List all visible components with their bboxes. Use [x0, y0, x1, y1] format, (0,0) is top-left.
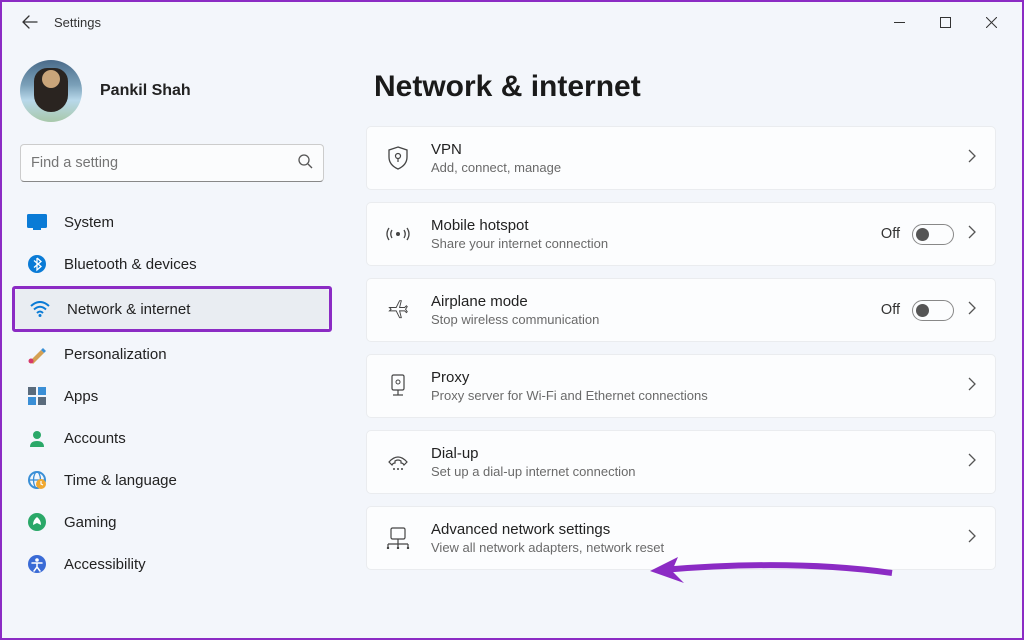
bluetooth-icon [26, 254, 48, 274]
sidebar-item-label: Time & language [64, 472, 177, 489]
sidebar-item-label: Personalization [64, 346, 167, 363]
card-subtitle: Add, connect, manage [431, 160, 968, 175]
chevron-right-icon [968, 301, 977, 320]
airplane-icon [385, 297, 411, 323]
sidebar-item-personalization[interactable]: Personalization [12, 334, 332, 374]
chevron-right-icon [968, 225, 977, 244]
hotspot-icon [385, 221, 411, 247]
sidebar-item-accounts[interactable]: Accounts [12, 418, 332, 458]
accessibility-icon [26, 554, 48, 574]
nav-list: System Bluetooth & devices Network & int… [12, 202, 332, 584]
sidebar: Pankil Shah System Bluetooth & devices [2, 42, 342, 638]
main-content: Network & internet VPN Add, connect, man… [342, 42, 1022, 638]
sidebar-item-network[interactable]: Network & internet [15, 289, 329, 329]
card-subtitle: Set up a dial-up internet connection [431, 464, 968, 479]
card-subtitle: Stop wireless communication [431, 312, 881, 327]
card-subtitle: Share your internet connection [431, 236, 881, 251]
sidebar-item-label: Accounts [64, 430, 126, 447]
sidebar-item-label: Network & internet [67, 301, 190, 318]
advanced-network-icon [385, 525, 411, 551]
system-icon [26, 212, 48, 232]
toggle-status: Off [881, 226, 900, 242]
user-name: Pankil Shah [100, 82, 191, 100]
chevron-right-icon [968, 529, 977, 548]
card-airplane-mode[interactable]: Airplane mode Stop wireless communicatio… [366, 278, 996, 342]
time-language-icon [26, 470, 48, 490]
page-title: Network & internet [374, 70, 996, 104]
wifi-icon [29, 299, 51, 319]
sidebar-item-label: System [64, 214, 114, 231]
app-title: Settings [54, 15, 101, 30]
apps-icon [26, 386, 48, 406]
back-button[interactable] [18, 10, 42, 34]
sidebar-item-time-language[interactable]: Time & language [12, 460, 332, 500]
avatar [20, 60, 82, 122]
back-arrow-icon [22, 14, 38, 30]
sidebar-item-apps[interactable]: Apps [12, 376, 332, 416]
minimize-icon [894, 17, 905, 28]
toggle-switch[interactable] [912, 224, 954, 245]
personalization-icon [26, 344, 48, 364]
sidebar-item-accessibility[interactable]: Accessibility [12, 544, 332, 584]
card-advanced-network[interactable]: Advanced network settings View all netwo… [366, 506, 996, 570]
vpn-icon [385, 145, 411, 171]
card-subtitle: Proxy server for Wi-Fi and Ethernet conn… [431, 388, 968, 403]
card-proxy[interactable]: Proxy Proxy server for Wi-Fi and Etherne… [366, 354, 996, 418]
sidebar-item-label: Gaming [64, 514, 117, 531]
sidebar-item-bluetooth[interactable]: Bluetooth & devices [12, 244, 332, 284]
chevron-right-icon [968, 149, 977, 168]
card-title: Mobile hotspot [431, 217, 881, 234]
highlight-annotation: Network & internet [12, 286, 332, 332]
profile-section[interactable]: Pankil Shah [12, 50, 332, 140]
minimize-button[interactable] [876, 6, 922, 38]
maximize-icon [940, 17, 951, 28]
sidebar-item-label: Apps [64, 388, 98, 405]
maximize-button[interactable] [922, 6, 968, 38]
close-button[interactable] [968, 6, 1014, 38]
toggle-status: Off [881, 302, 900, 318]
card-dialup[interactable]: Dial-up Set up a dial-up internet connec… [366, 430, 996, 494]
card-mobile-hotspot[interactable]: Mobile hotspot Share your internet conne… [366, 202, 996, 266]
sidebar-item-system[interactable]: System [12, 202, 332, 242]
card-title: Proxy [431, 369, 968, 386]
card-title: Advanced network settings [431, 521, 968, 538]
sidebar-item-label: Bluetooth & devices [64, 256, 197, 273]
proxy-icon [385, 373, 411, 399]
settings-card-list: VPN Add, connect, manage Mobile hotspot … [366, 126, 996, 570]
titlebar: Settings [2, 2, 1022, 42]
sidebar-item-gaming[interactable]: Gaming [12, 502, 332, 542]
toggle-switch[interactable] [912, 300, 954, 321]
accounts-icon [26, 428, 48, 448]
card-title: VPN [431, 141, 968, 158]
chevron-right-icon [968, 377, 977, 396]
search-icon [297, 153, 313, 174]
sidebar-item-label: Accessibility [64, 556, 146, 573]
card-subtitle: View all network adapters, network reset [431, 540, 968, 555]
search-input[interactable] [31, 155, 297, 171]
card-title: Dial-up [431, 445, 968, 462]
window-controls [876, 6, 1014, 38]
gaming-icon [26, 512, 48, 532]
card-title: Airplane mode [431, 293, 881, 310]
card-vpn[interactable]: VPN Add, connect, manage [366, 126, 996, 190]
close-icon [986, 17, 997, 28]
search-box[interactable] [20, 144, 324, 182]
chevron-right-icon [968, 453, 977, 472]
dialup-icon [385, 449, 411, 475]
